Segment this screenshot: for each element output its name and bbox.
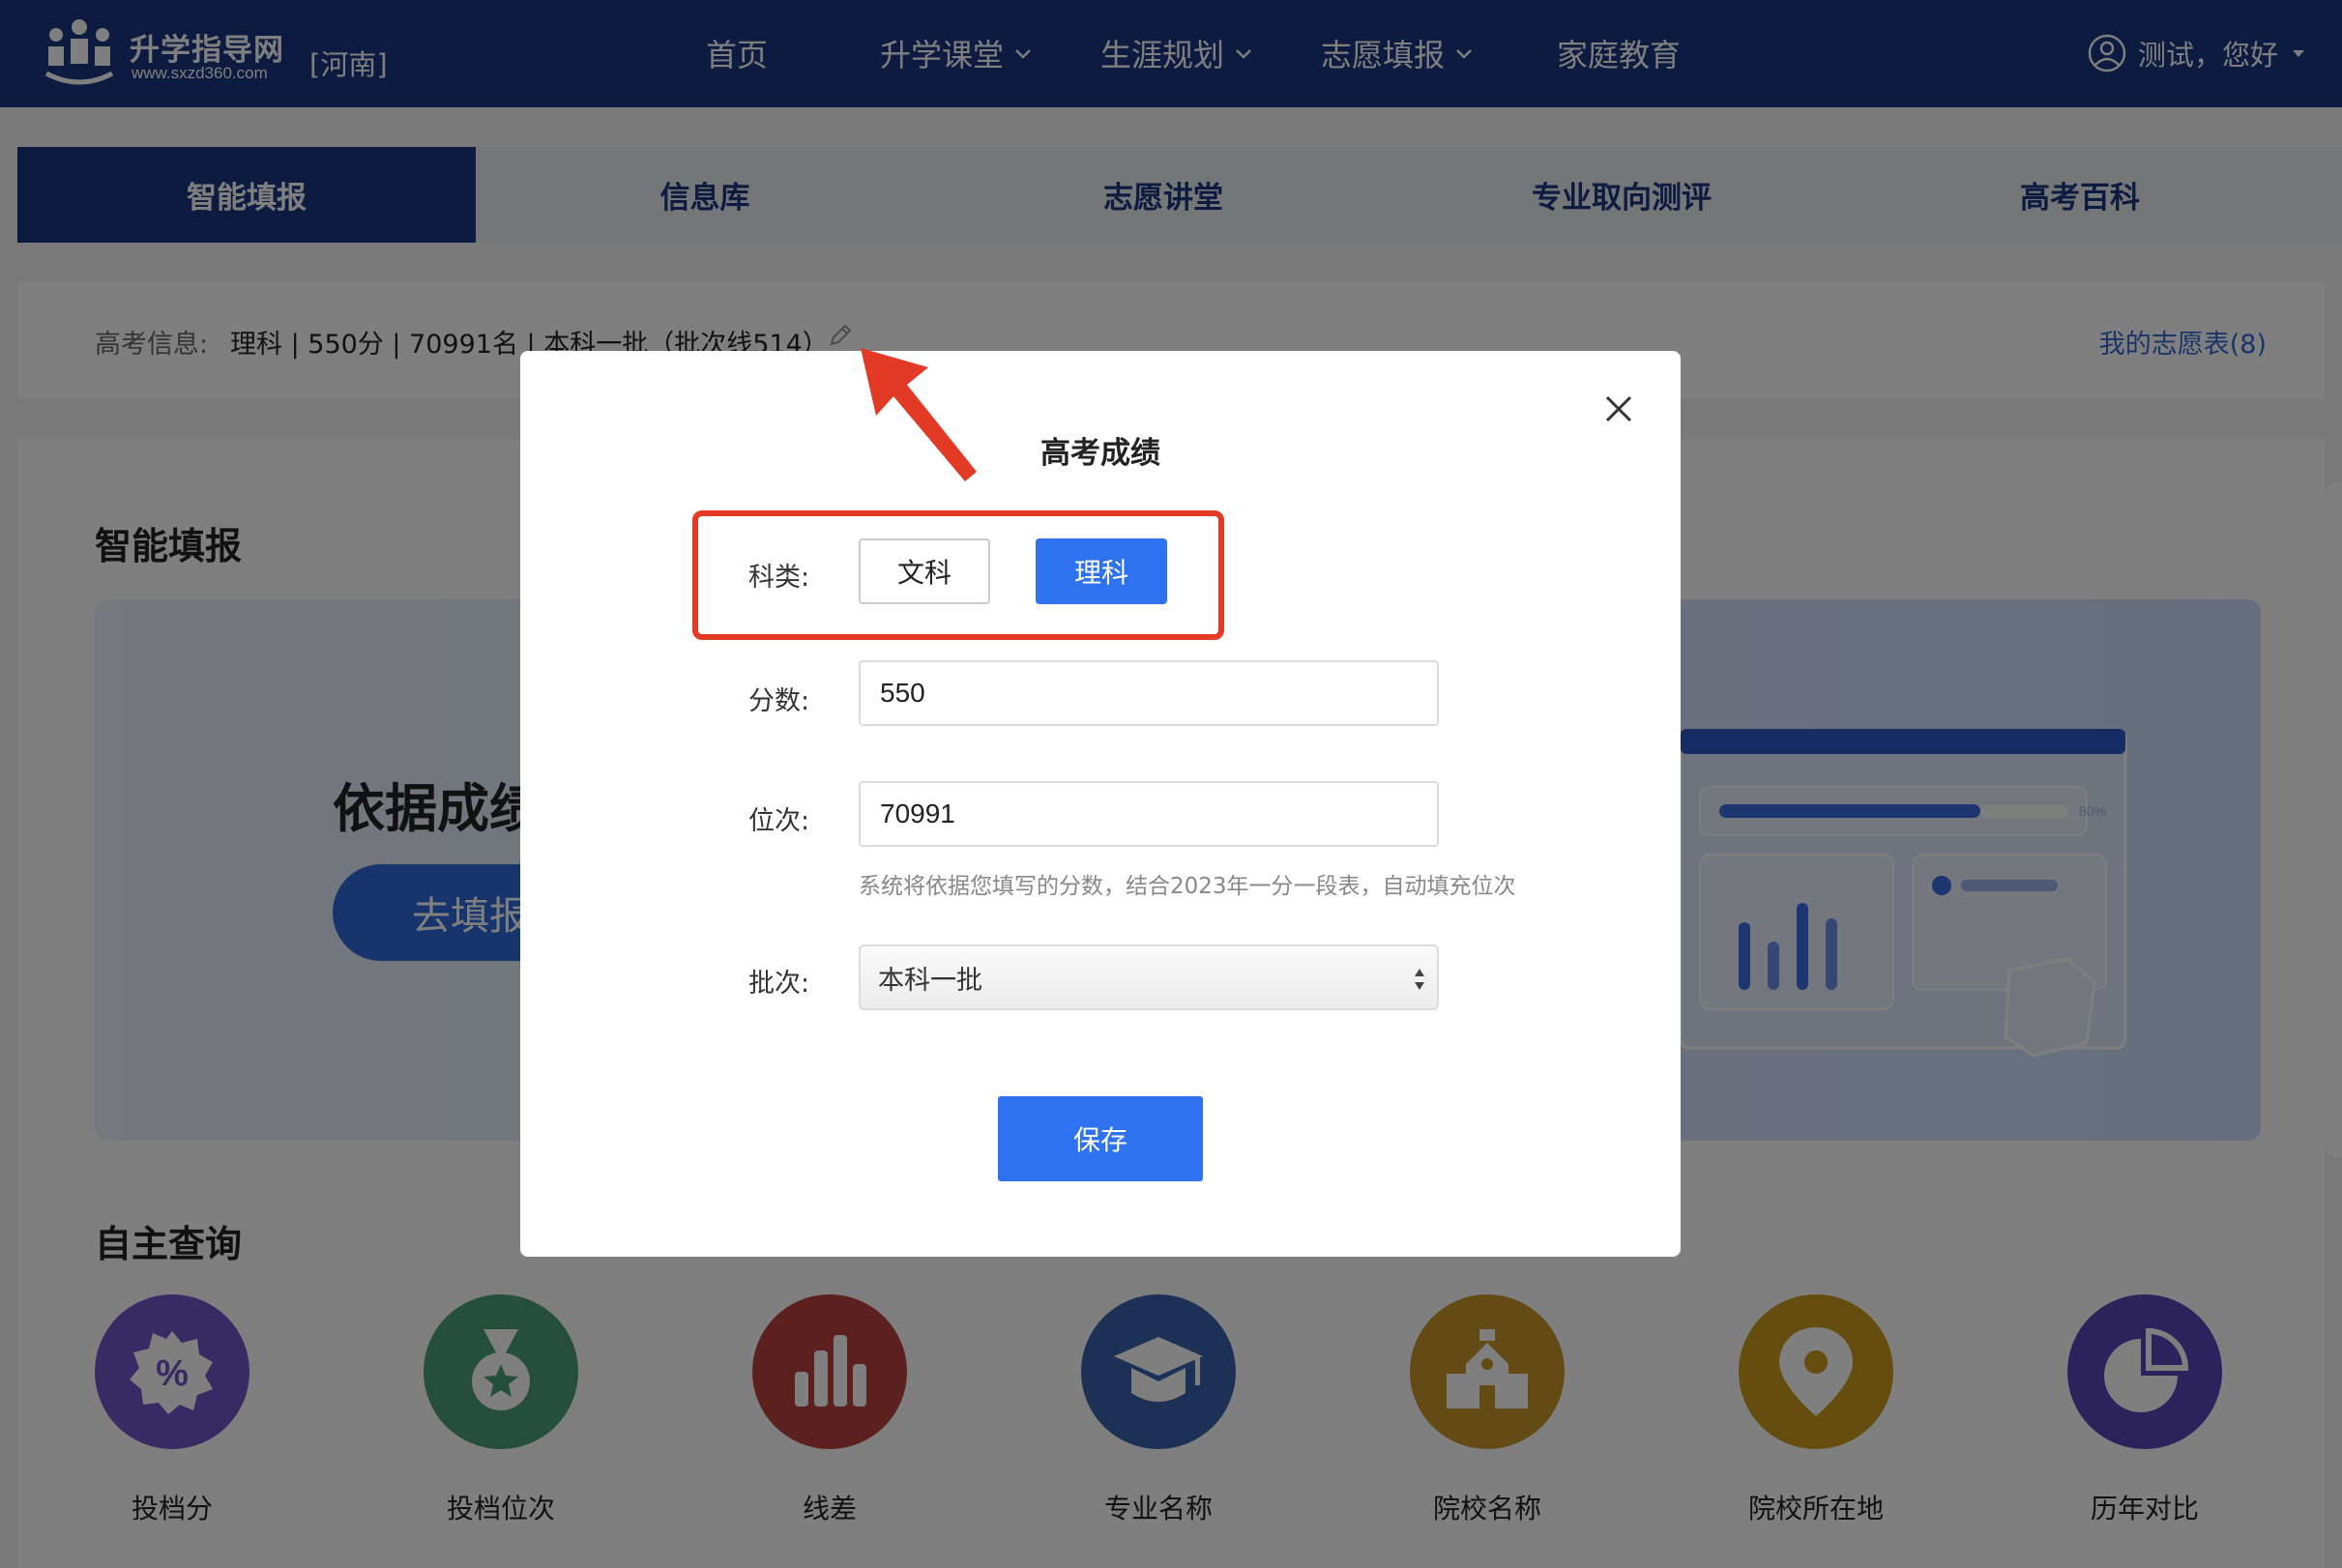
rank-input[interactable]	[859, 781, 1439, 847]
annotation-highlight-box	[692, 510, 1224, 640]
close-icon[interactable]	[1599, 390, 1638, 428]
batch-select[interactable]: 本科一批	[859, 944, 1439, 1010]
select-arrows-icon	[1415, 969, 1424, 990]
batch-select-value: 本科一批	[878, 965, 982, 996]
exam-score-dialog: 高考成绩 科类: 文科 理科 分数: 位次: 系统将依据您填写的分数，结合202…	[520, 351, 1681, 1257]
dialog-title: 高考成绩	[1040, 436, 1160, 471]
rank-hint: 系统将依据您填写的分数，结合2023年一分一段表，自动填充位次	[859, 874, 1516, 899]
annotation-arrow-icon	[861, 348, 977, 481]
rank-label: 位次:	[748, 806, 810, 836]
save-button[interactable]: 保存	[998, 1096, 1203, 1181]
score-label: 分数:	[748, 686, 810, 716]
score-input[interactable]	[859, 660, 1439, 726]
batch-label: 批次:	[748, 969, 810, 999]
